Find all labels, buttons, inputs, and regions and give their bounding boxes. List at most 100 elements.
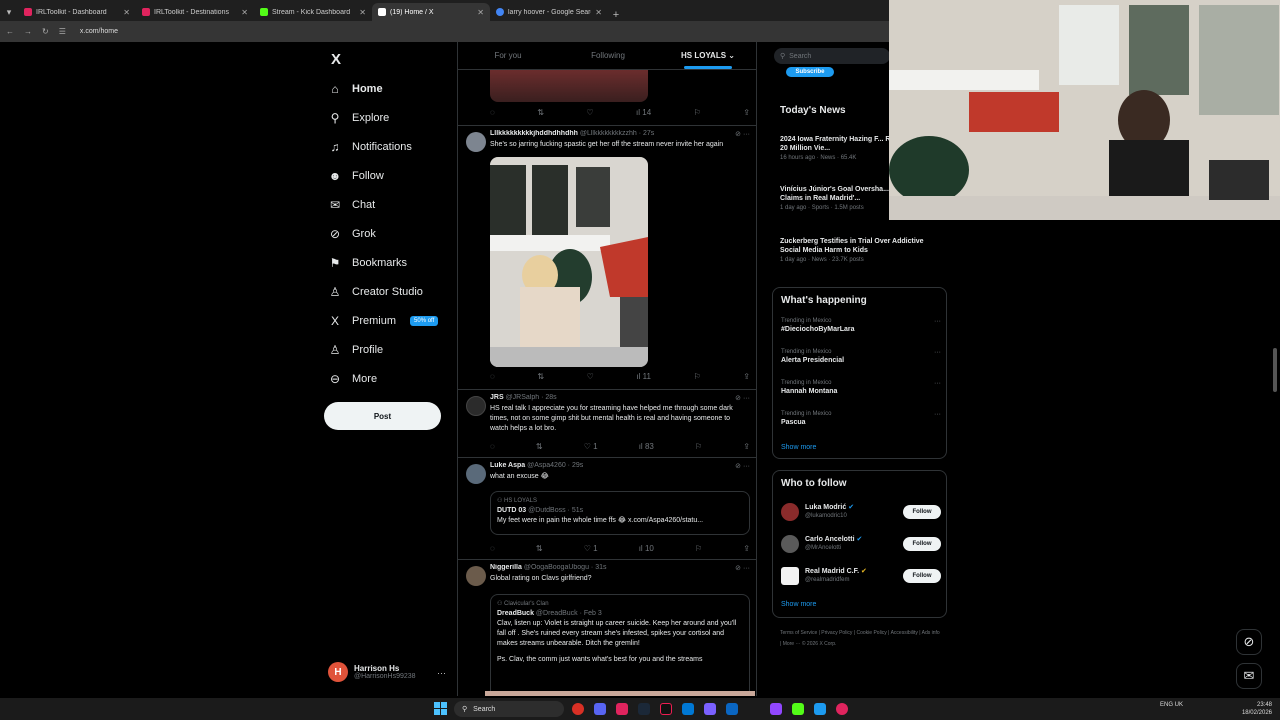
like-icon[interactable]: ♡ (587, 372, 594, 382)
grok-icon[interactable]: ⊘ (735, 131, 741, 138)
close-icon[interactable]: ✕ (595, 8, 602, 17)
footer-links[interactable]: Terms of Service | Privacy Policy | Cook… (780, 628, 940, 650)
browser-tab-active[interactable]: (19) Home / X ✕ (372, 3, 490, 21)
x-logo-icon[interactable]: X (331, 51, 341, 68)
taskbar-search[interactable]: ⚲ Search (454, 701, 564, 717)
chrome-icon[interactable] (572, 703, 584, 715)
bookmark-icon[interactable]: ⚐ (694, 108, 701, 118)
tweet-menu[interactable]: ⊘ ··· (735, 130, 750, 138)
forward-icon[interactable]: → (24, 27, 32, 36)
language-indicator[interactable]: ENG UK (1160, 701, 1183, 709)
app-icon[interactable] (616, 703, 628, 715)
sidebar-item-premium[interactable]: X Premium 50% off (328, 311, 439, 331)
tweet-menu[interactable]: ⊘ ··· (735, 462, 750, 470)
more-icon[interactable]: ··· (934, 380, 941, 387)
obs-icon[interactable] (836, 703, 848, 715)
site-info-icon[interactable]: ☰ (59, 27, 66, 36)
sidebar-item-home[interactable]: ⌂ Home (328, 79, 382, 99)
bookmark-icon[interactable]: ⚐ (694, 372, 701, 382)
app-icon[interactable] (814, 703, 826, 715)
messages-fab-icon[interactable]: ✉ (1236, 663, 1262, 689)
avatar[interactable] (466, 464, 486, 484)
tweet[interactable]: Niggerilla @OogaBoogaUbogu · 31s ⊘ ··· G… (458, 560, 756, 696)
share-icon[interactable]: ⇪ (743, 442, 750, 452)
reply-icon[interactable]: ◌ (490, 544, 495, 554)
tweet-author[interactable]: Luke Aspa (490, 462, 525, 469)
grok-fab-icon[interactable]: ⊘ (1236, 629, 1262, 655)
steam-icon[interactable] (638, 703, 650, 715)
more-icon[interactable]: ··· (437, 668, 446, 678)
more-icon[interactable]: ··· (934, 349, 941, 356)
follow-button[interactable]: Follow (903, 537, 941, 551)
tab-menu-icon[interactable]: ▾ (0, 3, 18, 21)
tab-for-you[interactable]: For you (458, 42, 558, 69)
quote-media[interactable] (485, 691, 755, 696)
sidebar-item-bookmarks[interactable]: ⚑ Bookmarks (328, 253, 407, 273)
show-more-link[interactable]: Show more (781, 444, 816, 451)
reload-icon[interactable]: ↻ (42, 27, 49, 36)
views-count[interactable]: ıl 83 (639, 442, 654, 452)
quoted-tweet[interactable]: ⚇ HS LOYALS DUTD 03 @DutdBoss · 51s My f… (490, 491, 750, 535)
more-icon[interactable]: ··· (743, 565, 750, 572)
reply-icon[interactable]: ◌ (490, 372, 495, 382)
more-icon[interactable]: ··· (743, 131, 750, 138)
account-switcher[interactable]: H Harrison Hs @HarrisonHs99238 ··· (328, 662, 448, 682)
subscribe-button[interactable]: Subscribe (786, 67, 834, 77)
share-icon[interactable]: ⇪ (743, 108, 750, 118)
tweet-media[interactable] (490, 157, 648, 367)
views-count[interactable]: ıl 11 (636, 372, 651, 382)
browser-tab[interactable]: IRLToolkit - Dashboard ✕ (18, 3, 136, 21)
follow-suggestion[interactable]: Carlo Ancelotti ✔ @MrAncelotti Follow (781, 533, 941, 557)
reply-icon[interactable]: ◌ (490, 108, 495, 118)
retweet-icon[interactable]: ⇅ (537, 372, 544, 382)
like-count[interactable]: ♡ 1 (584, 442, 598, 452)
avatar[interactable] (466, 396, 486, 416)
reply-icon[interactable]: ◌ (490, 442, 495, 452)
system-clock[interactable]: 23:48 18/02/2026 (1242, 701, 1272, 717)
bookmark-icon[interactable]: ⚐ (695, 544, 702, 554)
tweet-time[interactable]: 31s (595, 564, 606, 571)
tweet-media[interactable] (490, 70, 648, 102)
sidebar-item-notifications[interactable]: ♫ Notifications (328, 137, 412, 157)
tweet-time[interactable]: 29s (572, 462, 583, 469)
sidebar-item-creator-studio[interactable]: ♙ Creator Studio (328, 282, 423, 302)
tweet-time[interactable]: 27s (643, 130, 654, 137)
tweet-handle[interactable]: @OogaBoogaUbogu (524, 564, 589, 571)
tab-following[interactable]: Following (558, 42, 658, 69)
tweet-handle[interactable]: @Lllkkkkkkkkzzhh (580, 130, 637, 137)
discord-icon[interactable] (594, 703, 606, 715)
more-icon[interactable]: ··· (934, 411, 941, 418)
new-tab-icon[interactable]: + (608, 9, 624, 21)
retweet-icon[interactable]: ⇅ (536, 442, 543, 452)
sidebar-item-chat[interactable]: ✉ Chat (328, 195, 375, 215)
show-more-link[interactable]: Show more (781, 601, 816, 608)
quoted-tweet[interactable]: ⚇ Clavicular's Clan DreadBuck @DreadBuck… (485, 594, 755, 696)
avatar[interactable] (466, 566, 486, 586)
tweet-handle[interactable]: @Aspa4260 (527, 462, 566, 469)
like-count[interactable]: ♡ 1 (584, 544, 598, 554)
kick-icon[interactable] (792, 703, 804, 715)
scrollbar[interactable] (1273, 348, 1277, 392)
tweet-author[interactable]: JRS (490, 394, 504, 401)
retweet-icon[interactable]: ⇅ (536, 544, 543, 554)
tweet-author[interactable]: Niggerilla (490, 564, 522, 571)
follow-suggestion[interactable]: Luka Modrić ✔ @lukamodric10 Follow (781, 501, 941, 525)
follow-button[interactable]: Follow (903, 569, 941, 583)
avatar[interactable] (781, 567, 799, 585)
grok-icon[interactable]: ⊘ (735, 565, 741, 572)
tab-hs-loyals[interactable]: HS LOYALS ⌄ (658, 42, 756, 69)
app-icon[interactable] (704, 703, 716, 715)
share-icon[interactable]: ⇪ (743, 372, 750, 382)
sidebar-item-explore[interactable]: ⚲ Explore (328, 108, 390, 128)
sidebar-item-profile[interactable]: ♙ Profile (328, 340, 384, 360)
post-button[interactable]: Post (324, 402, 441, 430)
app-icon[interactable] (726, 703, 738, 715)
views-count[interactable]: ıl 10 (639, 544, 654, 554)
news-item[interactable]: Zuckerberg Testifies in Trial Over Addic… (780, 237, 940, 263)
more-icon[interactable]: ··· (934, 318, 941, 325)
retweet-icon[interactable]: ⇅ (537, 108, 544, 118)
like-icon[interactable]: ♡ (586, 108, 593, 118)
tweet-time[interactable]: 28s (545, 394, 556, 401)
follow-button[interactable]: Follow (903, 505, 941, 519)
trend-item[interactable]: Trending in Mexico Alerta Presidencial ··· (781, 349, 941, 364)
